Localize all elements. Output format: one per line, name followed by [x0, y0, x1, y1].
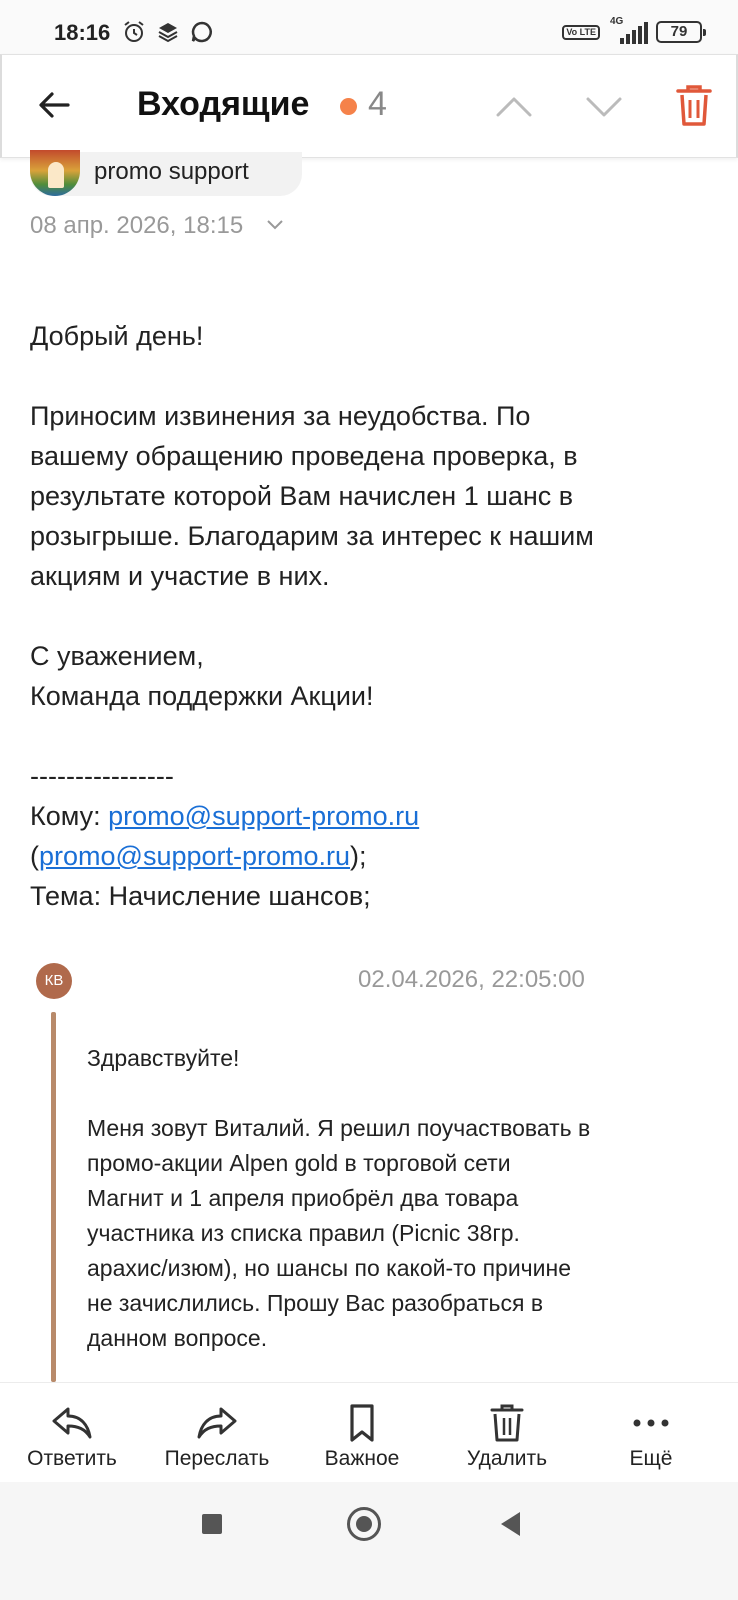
- signal-icon: 4G: [608, 16, 648, 44]
- chat-bubble-icon: [191, 21, 212, 43]
- more-button[interactable]: Ещё: [581, 1383, 721, 1483]
- alarm-icon: [124, 21, 144, 42]
- sender-name[interactable]: promo support: [94, 158, 249, 186]
- signature-line: Команда поддержки Акции!: [30, 681, 374, 711]
- layers-icon: [158, 23, 178, 43]
- quoted-date: 02.04.2026, 22:05:00: [358, 966, 585, 993]
- message-body: Добрый день! Приносим извинения за неудо…: [30, 316, 720, 916]
- quoted-line: данном вопросе.: [87, 1325, 268, 1351]
- trash-icon[interactable]: [676, 83, 712, 127]
- status-time: 18:16: [54, 20, 111, 45]
- quoted-avatar: КВ: [36, 963, 72, 999]
- important-button[interactable]: Важное: [292, 1383, 432, 1483]
- paragraph-line: вашему обращению проведена проверка, в: [30, 441, 578, 471]
- forward-icon: [197, 1407, 237, 1439]
- reply-label: Ответить: [27, 1447, 117, 1470]
- page-title: Входящие: [137, 85, 310, 123]
- paren-open: (: [30, 841, 39, 871]
- trash-icon: [490, 1404, 524, 1442]
- quoted-body: Здравствуйте! Меня зовут Виталий. Я реши…: [87, 1041, 707, 1356]
- more-label: Ещё: [629, 1447, 673, 1470]
- quoted-line: Меня зовут Виталий. Я решил поучаствоват…: [87, 1115, 591, 1141]
- delete-label: Удалить: [466, 1447, 548, 1470]
- forward-label: Переслать: [164, 1447, 270, 1470]
- paren-close: );: [350, 841, 367, 871]
- quoted-line: не зачислились. Прошу Вас разобраться в: [87, 1290, 544, 1316]
- paragraph-line: акциям и участие в них.: [30, 561, 330, 591]
- subject-line: Тема: Начисление шансов;: [30, 881, 371, 911]
- unread-dot: [340, 98, 357, 115]
- chevron-up-icon[interactable]: [494, 87, 534, 127]
- greeting: Добрый день!: [30, 321, 204, 351]
- recents-icon[interactable]: [202, 1514, 222, 1534]
- battery-icon: 79: [656, 21, 706, 43]
- chevron-down-icon[interactable]: [266, 218, 284, 232]
- paragraph-line: Приносим извинения за неудобства. По: [30, 401, 531, 431]
- quoted-line: Магнит и 1 апреля приобрёл два товара: [87, 1185, 519, 1211]
- volte-indicator: Vo LTE: [562, 24, 600, 40]
- back-triangle-icon[interactable]: [498, 1510, 522, 1538]
- email-link[interactable]: promo@support-promo.ru: [39, 841, 350, 871]
- to-line: Кому: promo@support-promo.ru: [30, 796, 720, 836]
- back-arrow-icon[interactable]: [36, 87, 72, 123]
- unread-count: 4: [368, 85, 387, 123]
- app-header: Входящие 4: [0, 54, 738, 158]
- action-bar: Ответить Переслать Важное Удалить Ещё: [0, 1382, 738, 1482]
- more-dots-icon: [633, 1419, 669, 1427]
- reply-icon: [52, 1407, 92, 1439]
- email-link[interactable]: promo@support-promo.ru: [108, 801, 419, 831]
- quoted-line: арахис/изюм), но шансы по какой-то причи…: [87, 1255, 571, 1281]
- quoted-greeting: Здравствуйте!: [87, 1045, 240, 1071]
- paragraph-line: результате которой Вам начислен 1 шанс в: [30, 481, 574, 511]
- signature-line: С уважением,: [30, 641, 204, 671]
- chevron-down-icon[interactable]: [584, 87, 624, 127]
- status-right-group: Vo LTE 4G 79: [562, 16, 706, 46]
- system-nav-bar: [0, 1482, 738, 1600]
- quoted-line: промо-акции Alpen gold в торговой сети: [87, 1150, 511, 1176]
- important-label: Важное: [324, 1447, 400, 1470]
- forward-button[interactable]: Переслать: [147, 1383, 287, 1483]
- quote-bar: [51, 1012, 56, 1382]
- paragraph-line: розыгрыше. Благодарим за интерес к нашим: [30, 521, 594, 551]
- home-icon[interactable]: [347, 1507, 381, 1541]
- to-line-2: (promo@support-promo.ru);: [30, 836, 720, 876]
- status-bar: 18:16 Vo LTE 4G 79: [0, 0, 738, 58]
- bookmark-icon: [350, 1404, 374, 1442]
- quoted-line: участника из списка правил (Picnic 38гр.: [87, 1220, 520, 1246]
- reply-button[interactable]: Ответить: [2, 1383, 142, 1483]
- to-label: Кому:: [30, 801, 109, 831]
- delete-button[interactable]: Удалить: [437, 1383, 577, 1483]
- separator: ----------------: [30, 761, 174, 791]
- message-date[interactable]: 08 апр. 2026, 18:15: [30, 212, 243, 240]
